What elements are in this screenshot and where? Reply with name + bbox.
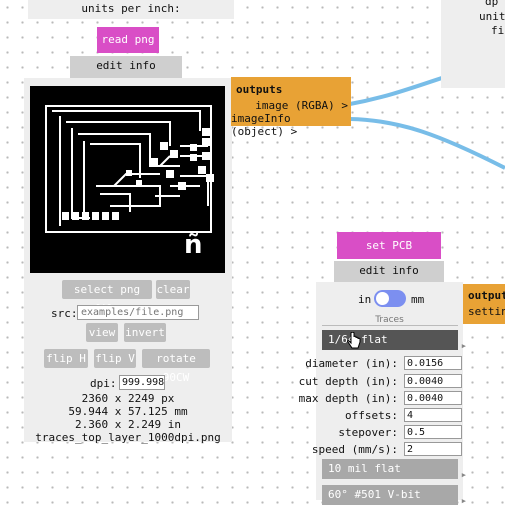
flip-h-button[interactable]: flip H xyxy=(44,349,88,368)
clear-button[interactable]: clear xyxy=(156,280,190,299)
image-size-mm: 59.944 x 57.125 mm xyxy=(68,405,188,418)
top-right-card: dp unit fil xyxy=(441,0,505,88)
traces-section-label: Traces xyxy=(375,315,404,325)
field-speed-input[interactable]: 2 xyxy=(404,442,462,456)
unit-in-label: in xyxy=(358,293,372,306)
field-cut-depth-label: cut depth (in): xyxy=(298,375,398,388)
flip-v-button[interactable]: flip V xyxy=(94,349,136,368)
unit-toggle-knob xyxy=(376,292,389,305)
tool-60-v-bit[interactable]: 60° #501 V-bit ▶ xyxy=(322,485,466,505)
field-stepover-input[interactable]: 0.5 xyxy=(404,425,462,439)
unit-mm-label: mm xyxy=(411,293,425,306)
field-max-depth: max depth (in): 0.0040 xyxy=(299,391,466,407)
unit-toggle[interactable] xyxy=(374,290,406,307)
top-left-card: units per inch: xyxy=(28,0,234,19)
top-right-line-2: unit xyxy=(479,10,505,23)
field-stepover: stepover: 0.5 xyxy=(316,425,466,441)
top-right-line-1: dp xyxy=(485,0,499,8)
tool-1-64-flat-arrow-icon: ▶ xyxy=(461,342,466,350)
field-speed-label: speed (mm/s): xyxy=(311,443,398,456)
select-png-file-button[interactable]: select png file xyxy=(62,280,152,315)
field-speed: speed (mm/s): 2 xyxy=(312,442,466,458)
right-outputs-title: outputs xyxy=(468,289,505,302)
field-max-depth-label: max depth (in): xyxy=(298,392,398,405)
src-label: src: xyxy=(51,307,78,320)
wire-imageinfo xyxy=(349,117,505,170)
image-size-px: 2360 x 2249 px xyxy=(81,392,175,405)
units-per-inch-label: units per inch: xyxy=(81,2,181,15)
right-output-setting[interactable]: setting xyxy=(468,305,505,318)
png-module-panel: ñ select png file clear src: view invert… xyxy=(24,78,232,444)
field-diameter: diameter (in): 0.0156 xyxy=(305,356,466,372)
dpi-label: dpi: xyxy=(90,377,117,390)
top-right-line-3: fil xyxy=(491,24,505,37)
tool-60-v-bit-arrow-icon: ▶ xyxy=(461,497,466,505)
field-cut-depth: cut depth (in): 0.0040 xyxy=(299,374,466,390)
view-button[interactable]: view xyxy=(86,323,118,342)
set-pcb-defaults-button[interactable]: set PCB defaults xyxy=(337,232,441,279)
pcb-module-panel: in mm Traces 1/64 flat ▶ diameter (in): … xyxy=(299,282,466,505)
tool-10-mil-flat-arrow-icon: ▶ xyxy=(461,471,466,479)
image-filename: traces_top_layer_1000dpi.png xyxy=(35,431,221,444)
invert-button[interactable]: invert xyxy=(124,323,166,342)
field-stepover-label: stepover: xyxy=(338,426,398,439)
read-png-button[interactable]: read png xyxy=(97,27,159,53)
image-size-in: 2.360 x 2.249 in xyxy=(75,418,181,431)
png-preview-glyph: ñ xyxy=(184,230,203,260)
section-divider xyxy=(322,325,458,326)
field-diameter-input[interactable]: 0.0156 xyxy=(404,356,462,370)
field-diameter-label: diameter (in): xyxy=(305,357,398,370)
rotate-90cw-button[interactable]: rotate 90CW xyxy=(142,349,210,384)
tool-10-mil-flat-label: 10 mil flat xyxy=(328,462,401,475)
right-outputs-panel: outputs setting xyxy=(463,284,505,324)
output-imageinfo-object[interactable]: imageInfo (object) > xyxy=(231,112,348,138)
field-offsets: offsets: 4 xyxy=(316,408,466,424)
field-cut-depth-input[interactable]: 0.0040 xyxy=(404,374,462,388)
output-image-rgba[interactable]: image (RGBA) > xyxy=(255,99,348,112)
tool-60-v-bit-label: 60° #501 V-bit xyxy=(328,488,421,501)
tool-1-64-flat[interactable]: 1/64 flat ▶ xyxy=(322,330,466,350)
outputs-title: outputs xyxy=(236,83,283,96)
field-max-depth-input[interactable]: 0.0040 xyxy=(404,391,462,405)
src-input[interactable] xyxy=(77,305,199,320)
outputs-panel: outputs image (RGBA) > imageInfo (object… xyxy=(231,77,351,138)
field-offsets-input[interactable]: 4 xyxy=(404,408,462,422)
dpi-input[interactable]: 999.998 xyxy=(119,375,165,390)
field-offsets-label: offsets: xyxy=(345,409,398,422)
cursor-hand-icon xyxy=(347,332,361,349)
tool-10-mil-flat[interactable]: 10 mil flat ▶ xyxy=(322,459,466,479)
